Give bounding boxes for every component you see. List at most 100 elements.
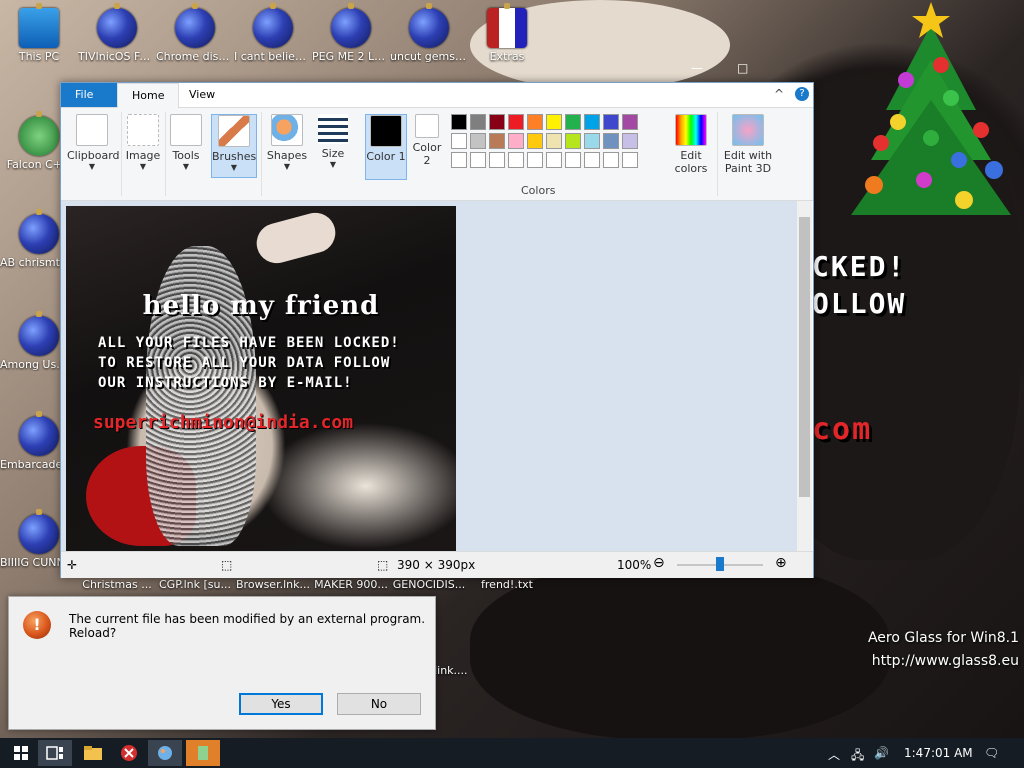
recycle-icon	[19, 111, 59, 156]
edit-colors-button[interactable]: Edit colors	[671, 114, 711, 175]
no-button[interactable]: No	[337, 693, 421, 715]
palette-color-swatch[interactable]	[546, 114, 562, 130]
palette-color-swatch[interactable]	[527, 152, 543, 168]
collapse-ribbon-button[interactable]: ^	[774, 87, 784, 101]
palette-color-swatch[interactable]	[622, 133, 638, 149]
palette-color-swatch[interactable]	[470, 133, 486, 149]
size-button[interactable]: Size ▼	[315, 114, 351, 169]
palette-color-swatch[interactable]	[603, 133, 619, 149]
palette-color-swatch[interactable]	[584, 152, 600, 168]
zoom-out-button[interactable]: ⊖	[653, 555, 665, 571]
palette-color-swatch[interactable]	[489, 152, 505, 168]
clock[interactable]: 1:47:01 AM	[904, 746, 973, 760]
yes-button[interactable]: Yes	[239, 693, 323, 715]
zoom-level: 100%	[617, 558, 652, 572]
shapes-button[interactable]: Shapes ▼	[265, 114, 309, 171]
zoom-slider-thumb[interactable]	[716, 557, 724, 571]
shapes-icon	[271, 114, 303, 146]
palette-color-swatch[interactable]	[622, 114, 638, 130]
minimize-button[interactable]: —	[691, 61, 703, 75]
desktop-icon-frend-txt[interactable]: frend!.txt	[468, 578, 546, 591]
desktop-icon-genocidis[interactable]: GENOCIDIS...	[390, 578, 468, 591]
raised-hand	[252, 208, 340, 268]
desktop-icon-cgp[interactable]: CGP.lnk [su...	[156, 578, 234, 591]
edit-paint3d-label: Edit with Paint 3D	[723, 149, 773, 175]
desktop-icon-label: Extras	[489, 50, 525, 63]
chevron-up-icon[interactable]: ︿	[828, 746, 840, 763]
chevron-down-icon: ▼	[230, 163, 238, 172]
notifications-icon[interactable]: 🗨	[984, 746, 999, 760]
palette-color-swatch[interactable]	[603, 114, 619, 130]
paint-taskbar-icon[interactable]	[148, 740, 182, 766]
palette-color-swatch[interactable]	[451, 152, 467, 168]
palette-color-swatch[interactable]	[565, 114, 581, 130]
palette-color-swatch[interactable]	[584, 114, 600, 130]
palette-color-swatch[interactable]	[489, 133, 505, 149]
palette-color-swatch[interactable]	[470, 152, 486, 168]
error-app-icon[interactable]	[112, 740, 146, 766]
color1-button[interactable]: Color 1	[365, 114, 407, 180]
help-button[interactable]: ?	[795, 87, 809, 101]
image-group[interactable]: Image ▼	[125, 114, 161, 171]
tools-group[interactable]: Tools ▼	[169, 114, 203, 171]
palette-color-swatch[interactable]	[603, 152, 619, 168]
color2-label: Color 2	[412, 141, 442, 167]
volume-icon[interactable]: 🔊	[874, 746, 889, 760]
palette-color-swatch[interactable]	[565, 152, 581, 168]
ornament-shortcut-icon	[19, 411, 59, 456]
palette-color-swatch[interactable]	[546, 152, 562, 168]
edit-colors-label: Edit colors	[674, 149, 708, 175]
palette-color-swatch[interactable]	[451, 133, 467, 149]
task-view-icon[interactable]	[38, 740, 72, 766]
image-dimensions: 390 × 390px	[397, 558, 476, 572]
dialog-message: The current file has been modified by an…	[69, 612, 426, 640]
ransom-image[interactable]: hello my friend ALL YOUR FILES HAVE BEEN…	[66, 206, 456, 551]
desktop-icon-label: PEG ME 2 LET OFF STEAM...	[312, 50, 390, 63]
tab-home[interactable]: Home	[117, 83, 180, 108]
ransom-title: hello my friend	[142, 291, 380, 321]
vertical-scrollbar[interactable]	[797, 201, 812, 551]
maximize-button[interactable]: □	[737, 61, 748, 75]
clipboard-group[interactable]: Clipboard ▼	[67, 114, 120, 171]
palette-row-2	[451, 133, 669, 149]
desktop-icon-facebook[interactable]: TIVInicOS Facebook.l...	[78, 3, 156, 63]
file-explorer-icon[interactable]	[76, 740, 110, 766]
desktop-icon-browser[interactable]: Browser.lnk...	[234, 578, 312, 591]
zoom-in-button[interactable]: ⊕	[775, 555, 787, 571]
palette-color-swatch[interactable]	[527, 133, 543, 149]
desktop-icon-cant-believe[interactable]: I cant believe how FUCKI...	[234, 3, 312, 63]
palette-color-swatch[interactable]	[508, 133, 524, 149]
desktop-icon-christmas[interactable]: Christmas ...	[78, 578, 156, 591]
ransom-line-1: ALL YOUR FILES HAVE BEEN LOCKED!	[98, 335, 400, 351]
desktop-icon-label: Chrome disease.lnk...	[156, 50, 234, 63]
palette-color-swatch[interactable]	[451, 114, 467, 130]
network-icon[interactable]: 🖧	[851, 746, 864, 767]
app-taskbar-icon[interactable]	[186, 740, 220, 766]
palette-color-swatch[interactable]	[508, 152, 524, 168]
desktop-icon-peg-me[interactable]: PEG ME 2 LET OFF STEAM...	[312, 3, 390, 63]
chevron-down-icon: ▼	[283, 162, 291, 171]
desktop-icon-uncut-gems[interactable]: uncut gems 2 bangla.lnk [...	[390, 3, 468, 63]
desktop-icon-maker[interactable]: MAKER 900...	[312, 578, 390, 591]
color2-button[interactable]: Color 2	[409, 114, 445, 167]
palette-color-swatch[interactable]	[470, 114, 486, 130]
start-windows-icon[interactable]	[4, 740, 38, 766]
desktop-icon-extras[interactable]: Extras	[468, 3, 546, 63]
tab-file[interactable]: File	[61, 83, 117, 107]
palette-color-swatch[interactable]	[622, 152, 638, 168]
palette-color-swatch[interactable]	[527, 114, 543, 130]
palette-color-swatch[interactable]	[489, 114, 505, 130]
palette-color-swatch[interactable]	[584, 133, 600, 149]
palette-color-swatch[interactable]	[508, 114, 524, 130]
desktop-icon-label: Browser.lnk...	[236, 578, 310, 591]
tab-view[interactable]: View	[175, 83, 229, 107]
palette-color-swatch[interactable]	[565, 133, 581, 149]
desktop-icon-this-pc[interactable]: This PC	[0, 3, 78, 63]
desktop-icon-chrome-disease[interactable]: Chrome disease.lnk...	[156, 3, 234, 63]
brushes-button[interactable]: Brushes ▼	[211, 114, 257, 178]
scrollbar-thumb[interactable]	[799, 217, 810, 497]
edit-with-paint3d-button[interactable]: Edit with Paint 3D	[721, 114, 775, 175]
canvas-area[interactable]: hello my friend ALL YOUR FILES HAVE BEEN…	[61, 201, 797, 551]
palette-row-1	[451, 114, 669, 130]
palette-color-swatch[interactable]	[546, 133, 562, 149]
